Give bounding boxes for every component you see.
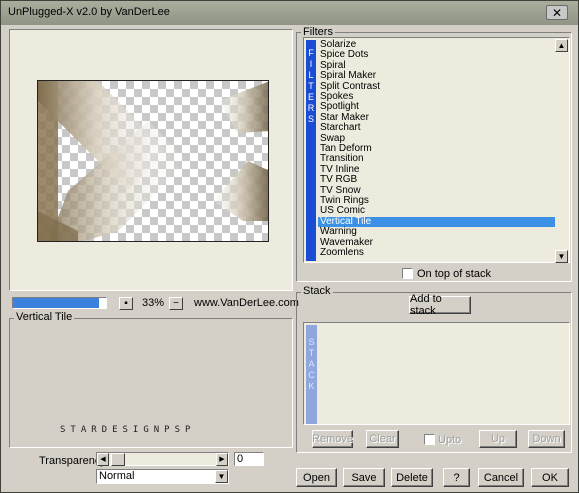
zoom-progress-bar <box>12 297 107 309</box>
zoom-out-button[interactable]: ▪ <box>119 297 133 310</box>
left-arrow-icon: ◀ <box>100 456 106 463</box>
filter-list-item[interactable]: Starchart <box>318 123 556 133</box>
params-group-label: Vertical Tile <box>14 311 75 323</box>
filter-list-item[interactable]: Warning <box>318 227 556 237</box>
on-top-checkbox[interactable] <box>402 268 413 279</box>
up-button[interactable]: Up <box>479 430 517 448</box>
blend-mode-value: Normal <box>99 470 135 482</box>
remove-button[interactable]: Remove <box>312 430 353 448</box>
transparency-slider[interactable]: ◀ ▶ <box>96 452 229 466</box>
filters-strip-letter: L <box>308 70 314 80</box>
stack-strip: STACK <box>306 325 317 424</box>
filter-list-item[interactable]: Spiral Maker <box>318 71 556 81</box>
close-button[interactable]: ✕ <box>546 5 568 20</box>
cancel-button[interactable]: Cancel <box>478 468 524 487</box>
help-button[interactable]: ? <box>443 468 470 487</box>
stack-strip-letter: A <box>308 359 315 369</box>
slider-right-button[interactable]: ▶ <box>216 453 228 466</box>
watermark-text: STARDESIGNPSP <box>60 425 196 435</box>
blend-mode-select[interactable]: Normal ▼ <box>96 469 229 484</box>
clear-button[interactable]: Clear <box>366 430 399 448</box>
filter-list-item[interactable]: Split Contrast <box>318 81 556 92</box>
right-arrow-icon: ▶ <box>219 456 225 463</box>
stack-list[interactable]: STACK <box>303 322 570 425</box>
filter-list-item[interactable]: Zoomlens <box>318 248 556 258</box>
filters-strip-letter: R <box>307 103 315 113</box>
transparency-value-field[interactable]: 0 <box>234 452 264 466</box>
chevron-down-icon[interactable]: ▼ <box>215 470 228 483</box>
zoom-progress-fill <box>13 298 99 308</box>
filter-list-item[interactable]: Transition <box>318 154 556 164</box>
client-area: ▪ 33% − www.VanDerLee.com Vertical Tile … <box>5 26 574 489</box>
ok-button[interactable]: OK <box>531 468 569 487</box>
filter-list-item[interactable]: Spice Dots <box>318 50 556 60</box>
filters-scrollbar[interactable]: ▲ ▼ <box>555 39 568 263</box>
zoom-in-button[interactable]: − <box>169 297 183 310</box>
upto-label: Upto <box>438 434 462 446</box>
filter-list-item[interactable]: US Comic <box>318 206 556 216</box>
website-link[interactable]: www.VanDerLee.com <box>194 297 299 309</box>
stack-strip-letter: T <box>308 348 315 358</box>
filters-strip-letter: E <box>307 92 314 102</box>
filters-strip-letter: S <box>307 114 314 124</box>
stack-strip-letter: C <box>308 370 315 380</box>
slider-thumb[interactable] <box>111 453 125 466</box>
preview-panel <box>9 29 293 291</box>
window-title: UnPlugged-X v2.0 by VanDerLee <box>8 6 170 18</box>
on-top-label: On top of stack <box>417 268 491 280</box>
filters-strip-letter: F <box>308 48 314 58</box>
open-button[interactable]: Open <box>296 468 337 487</box>
scroll-down-icon[interactable]: ▼ <box>555 250 568 263</box>
filters-strip-letter: I <box>309 59 313 69</box>
minus-icon: − <box>173 297 179 309</box>
filters-list[interactable]: FILTERS Solarize Spice Dots Spiral Spiral M… <box>303 37 570 263</box>
stack-strip-letter: S <box>308 337 315 347</box>
slider-left-button[interactable]: ◀ <box>97 453 109 466</box>
save-button[interactable]: Save <box>343 468 385 487</box>
close-icon: ✕ <box>551 5 563 20</box>
add-to-stack-button[interactable]: Add to stack <box>409 293 471 317</box>
zoom-level: 33% <box>142 297 165 309</box>
filter-list-item[interactable]: TV RGB <box>318 175 556 185</box>
down-button[interactable]: Down <box>528 430 565 448</box>
dot-icon: ▪ <box>124 297 128 309</box>
scroll-up-icon[interactable]: ▲ <box>555 39 568 52</box>
stack-group-label: Stack <box>301 285 333 297</box>
preview-image[interactable] <box>37 80 269 242</box>
stack-strip-letter: K <box>308 381 315 391</box>
delete-button[interactable]: Delete <box>391 468 433 487</box>
filters-strip-letter: T <box>308 81 314 91</box>
filter-list-item[interactable]: Spotlight <box>318 102 556 112</box>
filters-strip: FILTERS <box>306 40 316 261</box>
upto-checkbox[interactable] <box>424 434 435 445</box>
main-window: UnPlugged-X v2.0 by VanDerLee ✕ ▪ 33% − … <box>0 0 579 493</box>
title-bar[interactable]: UnPlugged-X v2.0 by VanDerLee ✕ <box>1 1 578 25</box>
